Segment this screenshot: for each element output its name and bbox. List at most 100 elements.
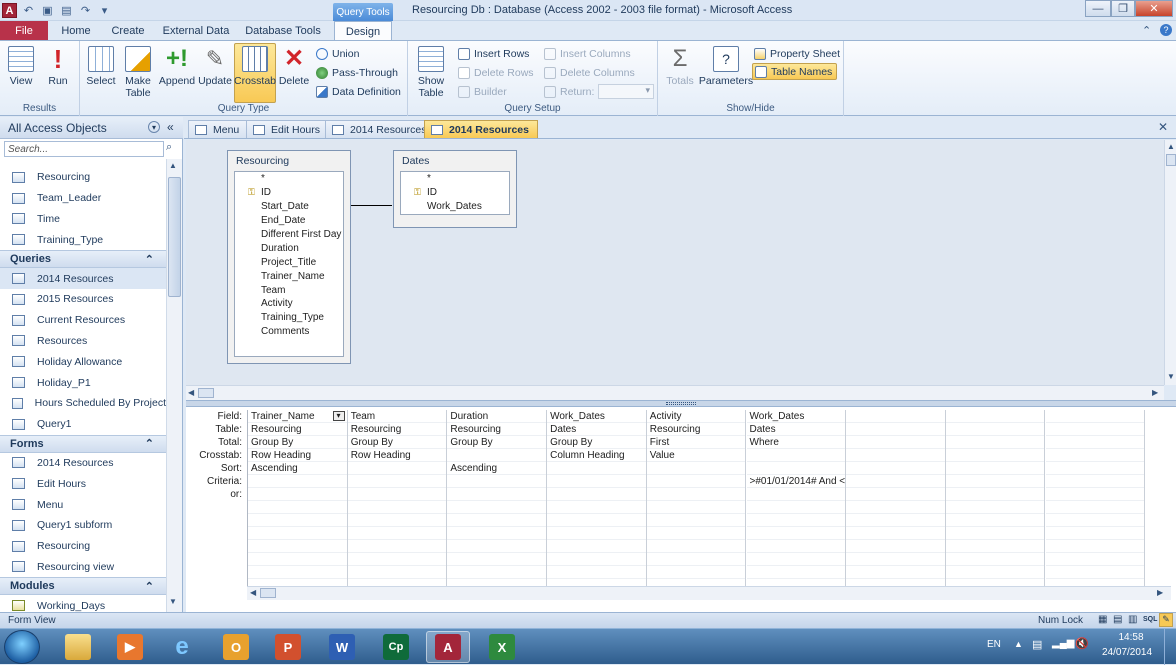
grid-cell-total[interactable]: Group By bbox=[547, 436, 646, 449]
pivot-chart-view-icon[interactable]: ▥ bbox=[1128, 614, 1137, 625]
nav-form-resourcing[interactable]: Resourcing bbox=[0, 536, 166, 557]
grid-cell-empty[interactable] bbox=[1045, 423, 1145, 436]
undo-icon[interactable]: ↶ bbox=[21, 3, 36, 18]
field-dropdown-arrow-icon[interactable]: ▾ bbox=[332, 411, 345, 421]
select-query-button[interactable]: Select bbox=[84, 44, 118, 102]
nav-query-hours-scheduled[interactable]: Hours Scheduled By Project bbox=[0, 393, 166, 414]
grid-cell-empty[interactable] bbox=[846, 553, 945, 566]
grid-cell-empty[interactable] bbox=[746, 553, 845, 566]
field-item-id[interactable]: ⚿ ID bbox=[235, 186, 343, 200]
grid-cell-empty[interactable] bbox=[945, 410, 1045, 423]
grid-cell-empty[interactable] bbox=[846, 501, 945, 514]
nav-table-training-type[interactable]: Training_Type bbox=[0, 229, 166, 250]
grid-cell-empty[interactable] bbox=[846, 449, 945, 462]
grid-cell-empty[interactable] bbox=[945, 423, 1045, 436]
nav-menu-chevron-icon[interactable]: ▾ bbox=[148, 121, 160, 133]
nav-query-query1[interactable]: Query1 bbox=[0, 414, 166, 435]
nav-table-resourcing[interactable]: Resourcing bbox=[0, 167, 166, 188]
nav-group-forms[interactable]: Forms ⌃ bbox=[0, 434, 166, 453]
property-sheet-button[interactable]: Property Sheet bbox=[754, 45, 840, 62]
parameters-button[interactable]: ? Parameters bbox=[699, 44, 753, 102]
show-hidden-icons-icon[interactable]: ▲ bbox=[1014, 639, 1023, 649]
nav-form-edit-hours[interactable]: Edit Hours bbox=[0, 473, 166, 494]
grid-cell-empty[interactable] bbox=[347, 553, 447, 566]
datasheet-view-icon[interactable]: ▦ bbox=[1098, 614, 1107, 625]
grid-cell-field[interactable]: Work_Dates bbox=[746, 410, 845, 423]
grid-cell-empty[interactable] bbox=[1045, 527, 1145, 540]
grid-cell-empty[interactable] bbox=[447, 553, 546, 566]
grid-cell-empty[interactable] bbox=[447, 566, 546, 579]
grid-cell-criteria[interactable]: >#01/01/2014# And < bbox=[746, 475, 845, 488]
doc-tab-2014-resources-form[interactable]: 2014 Resources bbox=[325, 120, 436, 138]
grid-cell-empty[interactable] bbox=[846, 423, 945, 436]
field-item[interactable]: Trainer_Name bbox=[235, 269, 343, 283]
nav-group-modules[interactable]: Modules ⌃ bbox=[0, 577, 166, 596]
grid-cell-table[interactable]: Dates bbox=[547, 423, 646, 436]
nav-group-queries[interactable]: Queries ⌃ bbox=[0, 250, 166, 269]
help-icon[interactable]: ? bbox=[1160, 24, 1172, 36]
grid-cell-empty[interactable] bbox=[846, 540, 945, 553]
upper-scroll-thumb[interactable] bbox=[1166, 154, 1176, 166]
crosstab-button[interactable]: Crosstab bbox=[234, 43, 276, 103]
pane-splitter[interactable] bbox=[186, 400, 1176, 407]
grid-cell-empty[interactable] bbox=[547, 514, 646, 527]
grid-cell-empty[interactable] bbox=[248, 566, 347, 579]
customize-qat-icon[interactable]: ▾ bbox=[97, 3, 112, 18]
grid-cell-table[interactable]: Resourcing bbox=[447, 423, 546, 436]
scroll-up-arrow-icon[interactable]: ▲ bbox=[1167, 142, 1175, 151]
union-button[interactable]: Union bbox=[316, 45, 359, 62]
field-item[interactable]: Comments bbox=[235, 325, 343, 339]
tab-create[interactable]: Create bbox=[104, 21, 152, 41]
field-item[interactable]: Project_Title bbox=[235, 255, 343, 269]
nav-query-2015-resources[interactable]: 2015 Resources bbox=[0, 289, 166, 310]
field-item[interactable]: Activity bbox=[235, 297, 343, 311]
field-item[interactable]: Team bbox=[235, 283, 343, 297]
field-item[interactable]: Work_Dates bbox=[401, 200, 509, 214]
grid-cell-empty[interactable] bbox=[945, 436, 1045, 449]
grid-cell-empty[interactable] bbox=[248, 540, 347, 553]
tab-design[interactable]: Design bbox=[334, 21, 392, 41]
grid-cell-empty[interactable] bbox=[945, 462, 1045, 475]
doc-tab-2014-resources-query[interactable]: 2014 Resources bbox=[424, 120, 538, 138]
grid-cell-empty[interactable] bbox=[945, 449, 1045, 462]
doc-tab-menu[interactable]: Menu bbox=[188, 120, 249, 138]
field-item[interactable]: * bbox=[401, 172, 509, 186]
internet-explorer-taskbar-button[interactable]: e bbox=[160, 631, 204, 663]
excel-taskbar-button[interactable]: X bbox=[480, 631, 524, 663]
grid-cell-sort[interactable] bbox=[547, 462, 646, 475]
grid-cell-empty[interactable] bbox=[347, 501, 447, 514]
grid-cell-empty[interactable] bbox=[1045, 462, 1145, 475]
grid-cell-field[interactable]: Team bbox=[347, 410, 447, 423]
grid-cell-field[interactable]: Activity bbox=[646, 410, 746, 423]
grid-cell-empty[interactable] bbox=[1045, 449, 1145, 462]
grid-cell-total[interactable]: First bbox=[646, 436, 746, 449]
start-button-icon[interactable] bbox=[4, 630, 40, 664]
powerpoint-taskbar-button[interactable]: P bbox=[266, 631, 310, 663]
sql-view-icon[interactable]: SQL bbox=[1143, 616, 1157, 623]
access-taskbar-button[interactable]: A bbox=[426, 631, 470, 663]
grid-cell-empty[interactable] bbox=[945, 553, 1045, 566]
nav-query-current-resources[interactable]: Current Resources bbox=[0, 310, 166, 331]
grid-cell-empty[interactable] bbox=[846, 488, 945, 501]
grid-cell-empty[interactable] bbox=[248, 527, 347, 540]
grid-cell-empty[interactable] bbox=[347, 514, 447, 527]
grid-cell-criteria[interactable] bbox=[547, 475, 646, 488]
grid-cell-table[interactable]: Resourcing bbox=[646, 423, 746, 436]
field-item[interactable]: Duration bbox=[235, 241, 343, 255]
minimize-button[interactable]: — bbox=[1085, 0, 1111, 17]
grid-cell-criteria[interactable] bbox=[447, 475, 546, 488]
grid-cell-crosstab[interactable]: Row Heading bbox=[347, 449, 447, 462]
scroll-down-arrow-icon[interactable]: ▼ bbox=[169, 597, 177, 606]
grid-cell-empty[interactable] bbox=[1045, 475, 1145, 488]
field-item[interactable]: End_Date bbox=[235, 214, 343, 228]
print-icon[interactable]: ▤ bbox=[59, 3, 74, 18]
grid-cell-criteria[interactable] bbox=[646, 475, 746, 488]
scroll-right-arrow-icon[interactable]: ▶ bbox=[1152, 388, 1158, 397]
grid-cell-empty[interactable] bbox=[846, 410, 945, 423]
grid-cell-empty[interactable] bbox=[846, 566, 945, 579]
scroll-left-arrow-icon[interactable]: ◀ bbox=[188, 388, 194, 397]
table-box-resourcing[interactable]: Resourcing * ⚿ ID Start_Date End_Date Dif… bbox=[227, 150, 351, 364]
captivate-taskbar-button[interactable]: Cp bbox=[374, 631, 418, 663]
save-icon[interactable]: ▣ bbox=[40, 3, 55, 18]
view-button[interactable]: View bbox=[4, 44, 38, 102]
